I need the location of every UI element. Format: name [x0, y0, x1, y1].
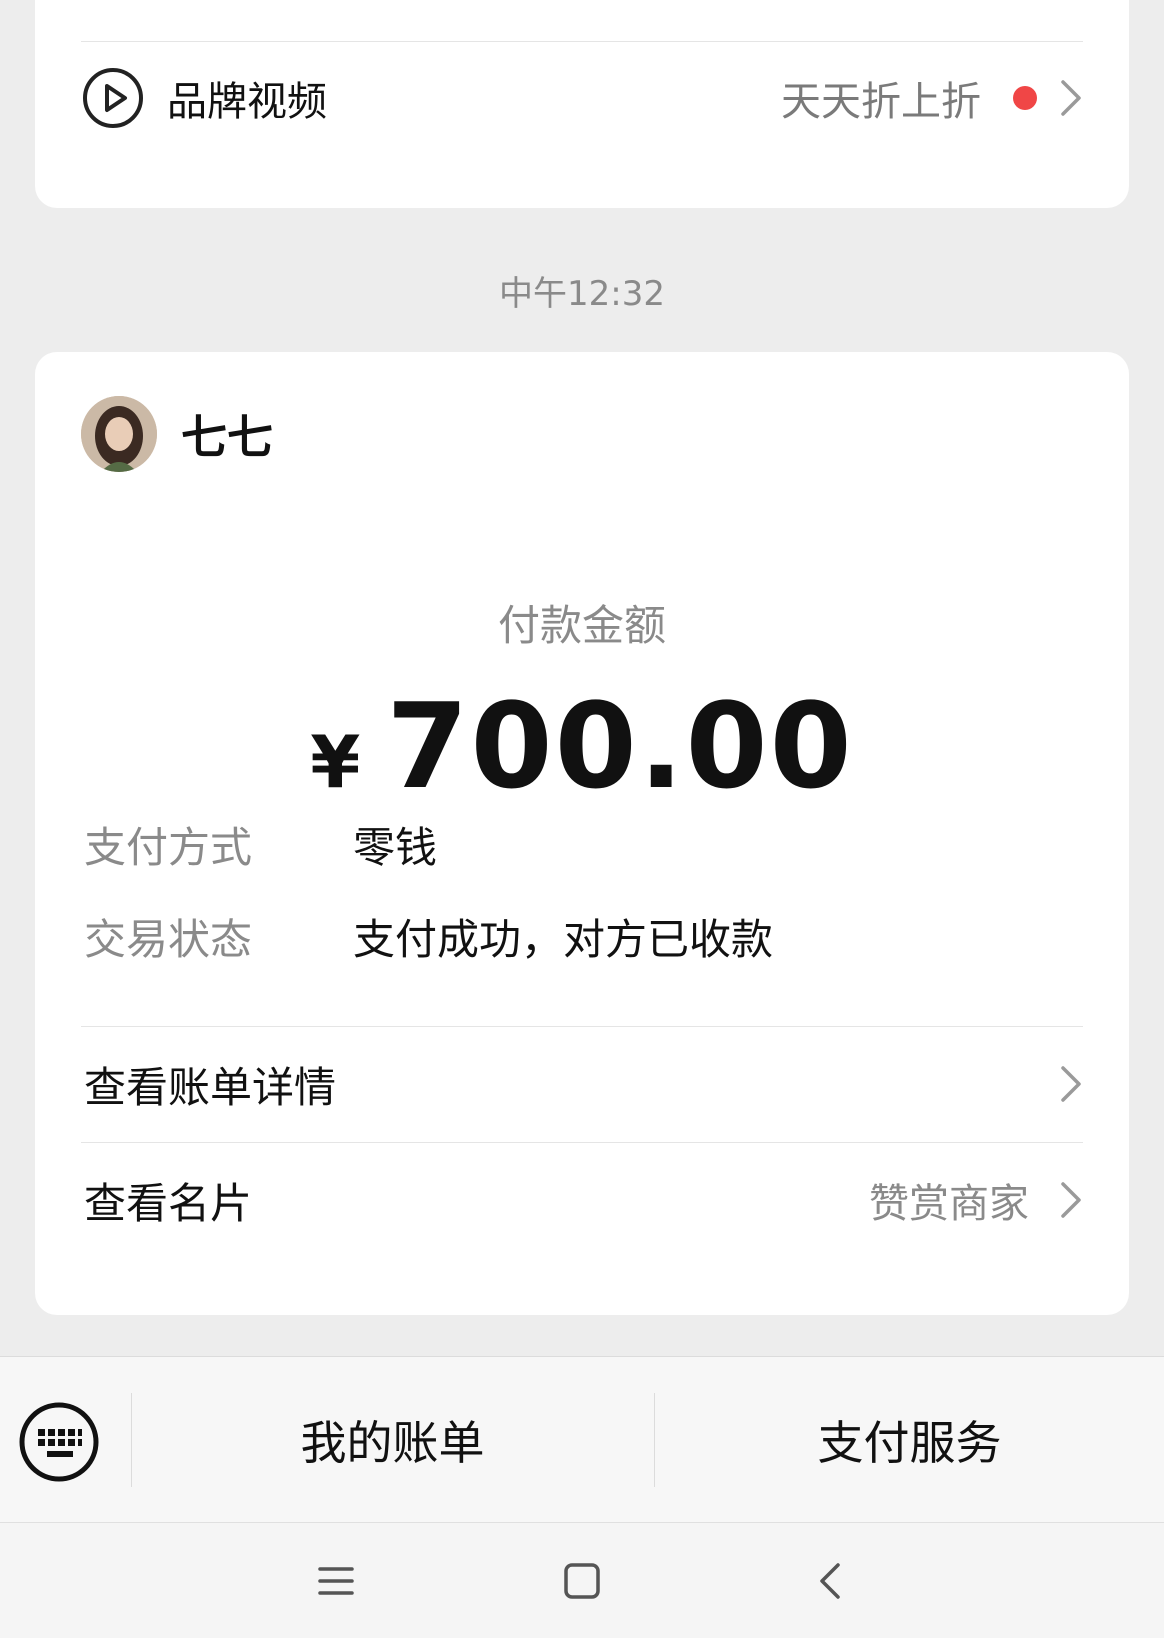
link-right-group: 赞赏商家	[869, 1171, 1083, 1229]
my-bills-menu-item[interactable]: 我的账单	[131, 1357, 654, 1523]
avatar-image	[81, 396, 157, 472]
currency-symbol: ¥	[310, 720, 361, 804]
brand-card: 品牌视频 天天折上折	[35, 0, 1129, 208]
transaction-status-value: 支付成功，对方已收款	[353, 914, 774, 964]
amount-value: 700.00	[386, 677, 854, 815]
divider	[81, 1142, 1083, 1143]
chevron-right-icon	[1061, 1066, 1081, 1102]
transaction-status-row: 交易状态 支付成功，对方已收款	[84, 906, 773, 966]
payment-method-label: 支付方式	[84, 822, 253, 872]
menu-icon[interactable]	[312, 1557, 360, 1605]
divider	[81, 1026, 1083, 1027]
divider	[81, 41, 1083, 42]
view-bill-details-row[interactable]: 查看账单详情	[84, 1044, 1083, 1124]
payment-services-menu-item[interactable]: 支付服务	[655, 1357, 1164, 1523]
brand-video-row[interactable]: 品牌视频 天天折上折	[81, 62, 1083, 134]
system-nav-bar	[0, 1522, 1164, 1638]
brand-right-group: 天天折上折	[781, 69, 1083, 127]
promo-text: 天天折上折	[781, 79, 981, 125]
payee-name: 七七	[181, 410, 273, 464]
payee-header: 七七	[81, 396, 273, 472]
payment-method-value: 零钱	[353, 822, 438, 872]
keyboard-icon[interactable]	[18, 1401, 100, 1483]
chevron-right-icon	[1061, 80, 1081, 116]
message-timestamp: 中午12:32	[499, 274, 665, 314]
payment-card[interactable]: 七七 付款金额 ¥ 700.00 支付方式 零钱 交易状态 支付成功，对方已收款…	[35, 352, 1129, 1315]
amount-label: 付款金额	[497, 601, 666, 650]
amount-display: ¥ 700.00	[35, 677, 1129, 815]
transaction-status-label: 交易状态	[84, 914, 253, 964]
brand-video-label: 品牌视频	[167, 79, 327, 125]
bottom-menu-bar: 我的账单 支付服务	[0, 1356, 1164, 1522]
play-circle-icon	[83, 68, 143, 128]
payment-chat-screen: 品牌视频 天天折上折 中午12:32 七七 付款金额 ¥ 700.00 支付方式…	[0, 0, 1164, 1638]
avatar[interactable]	[81, 396, 157, 472]
view-card-row[interactable]: 查看名片 赞赏商家	[84, 1160, 1083, 1240]
view-bill-details-label: 查看账单详情	[84, 1062, 337, 1112]
chevron-right-icon	[1061, 1182, 1081, 1218]
link-right-group	[1059, 1064, 1083, 1104]
reward-merchant-text[interactable]: 赞赏商家	[869, 1171, 1029, 1229]
notification-dot	[1013, 86, 1037, 110]
view-card-label: 查看名片	[84, 1178, 253, 1228]
payment-method-row: 支付方式 零钱	[84, 814, 437, 874]
home-icon[interactable]	[558, 1557, 606, 1605]
back-icon[interactable]	[808, 1557, 856, 1605]
